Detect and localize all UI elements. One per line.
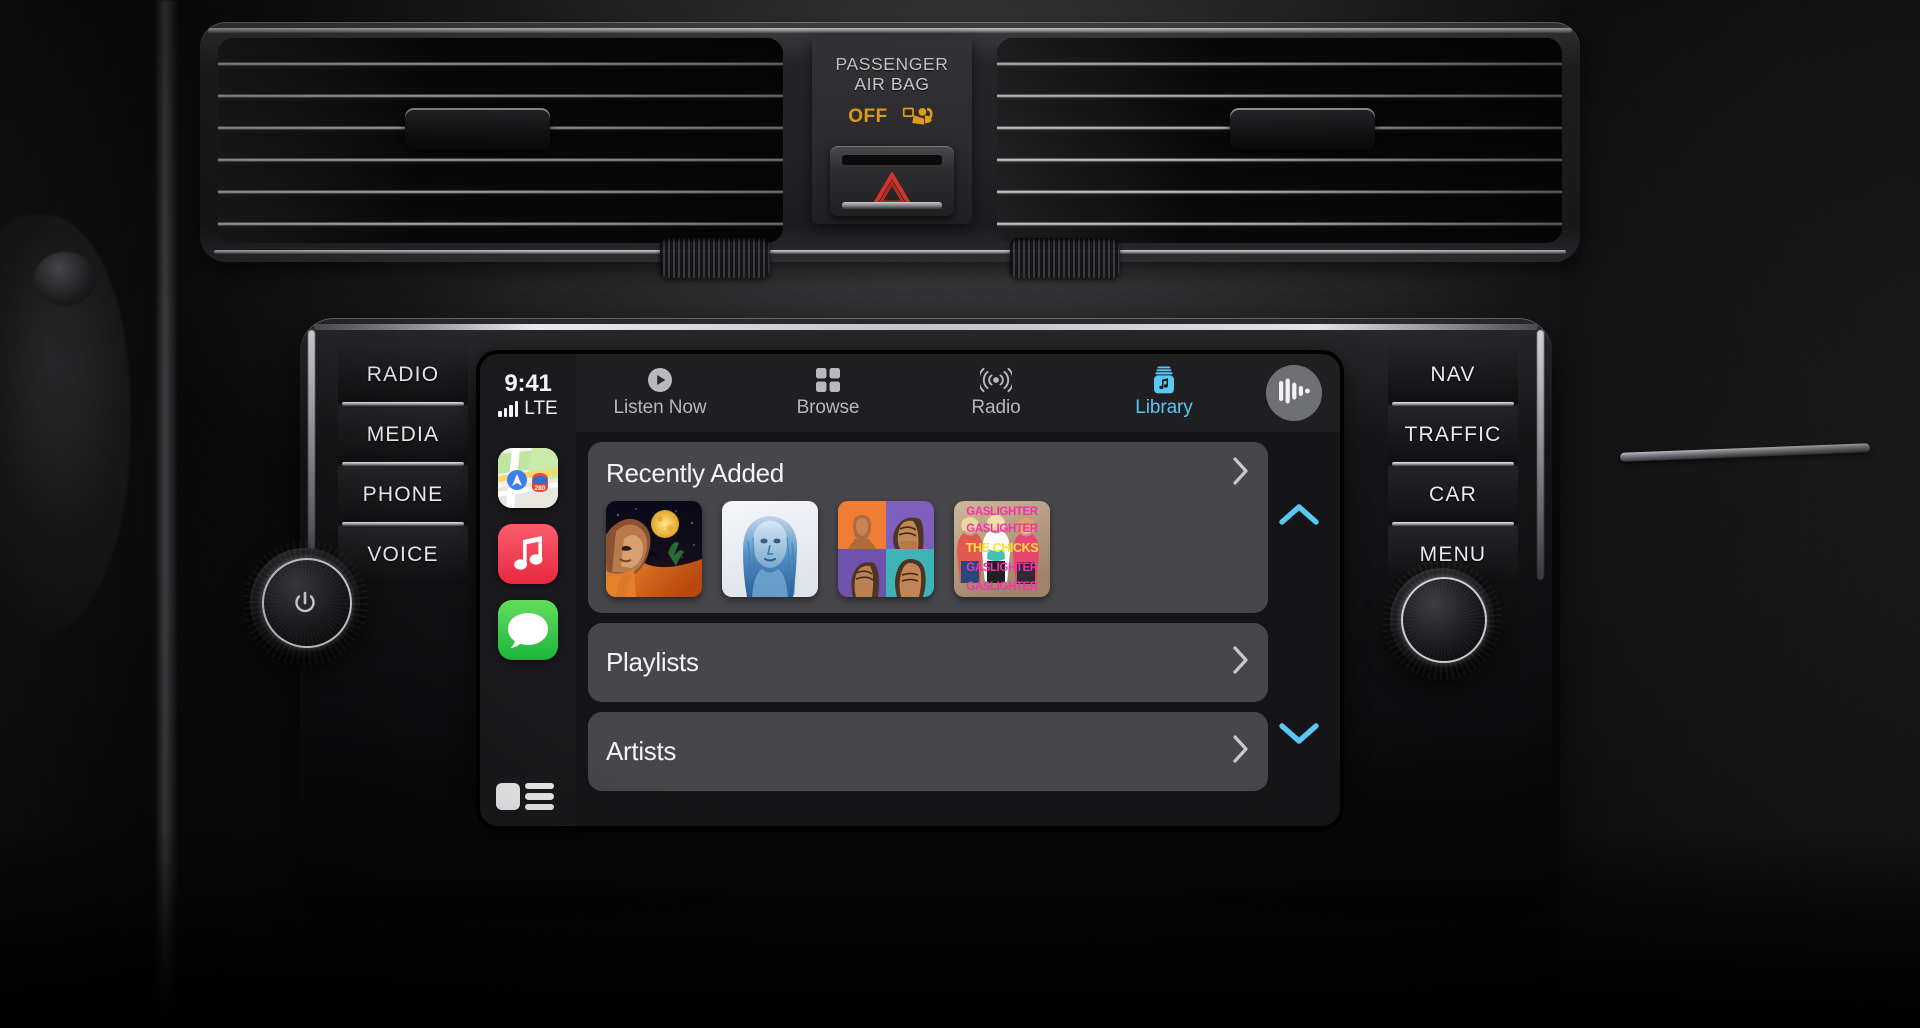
- power-icon: [290, 588, 320, 618]
- head-unit-right-button-column: NAV TRAFFIC CAR MENU: [1388, 346, 1518, 584]
- svg-text:GASLIGHTER: GASLIGHTER: [966, 562, 1038, 574]
- radio-button-label: RADIO: [366, 363, 440, 386]
- passenger-airbag-panel: PASSENGER AIR BAG OFF: [812, 36, 972, 224]
- signal-bars-icon: [498, 400, 519, 417]
- vent-chrome-top: [208, 28, 1572, 33]
- carplay-status-area: 9:41 LTE: [480, 354, 576, 432]
- tab-browse[interactable]: Browse: [744, 367, 912, 419]
- tab-browse-label: Browse: [796, 397, 860, 418]
- chevron-right-icon: [1232, 734, 1250, 769]
- tune-knob[interactable]: [1382, 560, 1502, 680]
- dashboard-scene: PASSENGER AIR BAG OFF RADIO MEDIA PHONE …: [0, 0, 1920, 1028]
- radio-button[interactable]: RADIO: [338, 346, 468, 406]
- car-button-label: CAR: [1429, 483, 1477, 506]
- carplay-topbar: 9:41 LTE Listen Now Browse Radio Library: [480, 354, 1340, 432]
- head-unit: RADIO MEDIA PHONE VOICE NAV TRAFFIC CAR: [300, 318, 1552, 898]
- carplay-scroll-controls: [1270, 432, 1328, 826]
- section-recently-added-header[interactable]: Recently Added: [588, 442, 1268, 499]
- airbag-title-line1: PASSENGER: [835, 54, 949, 74]
- svg-text:THE CHICKS: THE CHICKS: [966, 541, 1038, 555]
- steering-wheel-control[interactable]: [34, 252, 96, 306]
- airbag-off-label: OFF: [848, 106, 888, 127]
- carplay-screen[interactable]: 9:41 LTE Listen Now Browse Radio Library…: [480, 354, 1340, 826]
- carplay-home-icon[interactable]: [496, 782, 554, 810]
- media-button[interactable]: MEDIA: [338, 406, 468, 466]
- music-app-icon[interactable]: [498, 524, 558, 584]
- grid-squares-icon: [815, 367, 841, 393]
- hazard-lights-button[interactable]: [830, 146, 954, 216]
- vent-thumbwheel-right[interactable]: [1010, 238, 1120, 278]
- vent-direction-knob-left[interactable]: [405, 108, 550, 150]
- hazard-button-slot-bottom: [842, 202, 942, 209]
- vent-chrome-bottom: [214, 250, 1566, 254]
- carplay-library-list[interactable]: Recently Added GASLIGHTER GASLIGHTER THE…: [576, 432, 1340, 826]
- head-unit-top-chrome: [314, 324, 1538, 330]
- media-button-label: MEDIA: [366, 423, 440, 446]
- messages-app-icon[interactable]: [498, 600, 558, 660]
- play-circle-icon: [647, 367, 673, 393]
- recently-added-album-row: GASLIGHTER GASLIGHTER THE CHICKS GASLIGH…: [588, 499, 1268, 613]
- head-unit-left-button-column: RADIO MEDIA PHONE VOICE: [338, 346, 468, 584]
- svg-text:GASLIGHTER: GASLIGHTER: [966, 581, 1038, 593]
- chevron-right-icon: [1232, 456, 1250, 491]
- clock: 9:41: [504, 369, 552, 397]
- section-artists-header[interactable]: Artists: [588, 712, 1268, 791]
- section-artists-title: Artists: [606, 736, 677, 766]
- siri-button[interactable]: [1266, 365, 1322, 421]
- tab-library-label: Library: [1135, 397, 1193, 418]
- section-recently-added-title: Recently Added: [606, 458, 784, 488]
- album-art-night-moon[interactable]: [606, 501, 702, 597]
- album-art-blue-portrait[interactable]: [722, 501, 818, 597]
- home-icon-square: [496, 782, 520, 810]
- power-volume-knob[interactable]: [242, 540, 368, 666]
- traffic-button[interactable]: TRAFFIC: [1388, 406, 1518, 466]
- svg-text:GASLIGHTER: GASLIGHTER: [966, 523, 1038, 535]
- carplay-body: 280 Recently Added GASLIGHTER GASLIGHTER…: [480, 432, 1340, 826]
- phone-button[interactable]: PHONE: [338, 466, 468, 526]
- radio-waves-icon: [980, 367, 1012, 393]
- tab-library[interactable]: Library: [1080, 366, 1248, 419]
- knob-ridges-right: [1382, 560, 1502, 680]
- carplay-screen-content: 9:41 LTE Listen Now Browse Radio Library…: [480, 354, 1340, 826]
- tab-radio-label: Radio: [971, 397, 1021, 418]
- head-unit-right-chrome: [1537, 330, 1544, 580]
- tab-listen-now-label: Listen Now: [613, 397, 707, 418]
- svg-text:280: 280: [535, 485, 546, 492]
- section-playlists[interactable]: Playlists: [588, 623, 1268, 702]
- section-recently-added[interactable]: Recently Added GASLIGHTER GASLIGHTER THE…: [588, 442, 1268, 613]
- voice-button-label: VOICE: [367, 543, 439, 566]
- vent-direction-knob-right[interactable]: [1230, 108, 1375, 150]
- car-button[interactable]: CAR: [1388, 466, 1518, 526]
- nav-button-label: NAV: [1430, 363, 1476, 386]
- svg-text:GASLIGHTER: GASLIGHTER: [966, 506, 1038, 518]
- siri-waveform-icon: [1277, 377, 1311, 410]
- carplay-sidebar: 280: [480, 432, 576, 826]
- section-playlists-header[interactable]: Playlists: [588, 623, 1268, 702]
- home-icon-lines: [525, 782, 554, 810]
- airbag-title: PASSENGER AIR BAG: [812, 36, 972, 94]
- carrier-label: LTE: [524, 397, 558, 419]
- nav-button[interactable]: NAV: [1388, 346, 1518, 406]
- signal-status: LTE: [498, 397, 558, 419]
- tab-listen-now[interactable]: Listen Now: [576, 367, 744, 419]
- album-art-four-panel[interactable]: [838, 501, 934, 597]
- traffic-button-label: TRAFFIC: [1404, 423, 1502, 446]
- phone-button-label: PHONE: [362, 483, 444, 506]
- maps-app-icon[interactable]: 280: [498, 448, 558, 508]
- tab-radio[interactable]: Radio: [912, 367, 1080, 419]
- hazard-button-slot-top: [842, 155, 942, 165]
- album-art-gaslighter[interactable]: GASLIGHTER GASLIGHTER THE CHICKS GASLIGH…: [954, 501, 1050, 597]
- section-playlists-title: Playlists: [606, 647, 699, 677]
- airbag-status: OFF: [812, 104, 972, 130]
- vent-thumbwheel-left[interactable]: [660, 238, 770, 278]
- airbag-child-seat-icon: [902, 104, 936, 130]
- carplay-tab-bar: Listen Now Browse Radio Library: [576, 354, 1340, 432]
- chevron-down-icon[interactable]: [1277, 718, 1321, 748]
- chevron-up-icon[interactable]: [1277, 500, 1321, 530]
- library-jar-icon: [1151, 366, 1177, 394]
- airbag-title-line2: AIR BAG: [854, 74, 930, 94]
- chevron-right-icon: [1232, 645, 1250, 680]
- section-artists[interactable]: Artists: [588, 712, 1268, 791]
